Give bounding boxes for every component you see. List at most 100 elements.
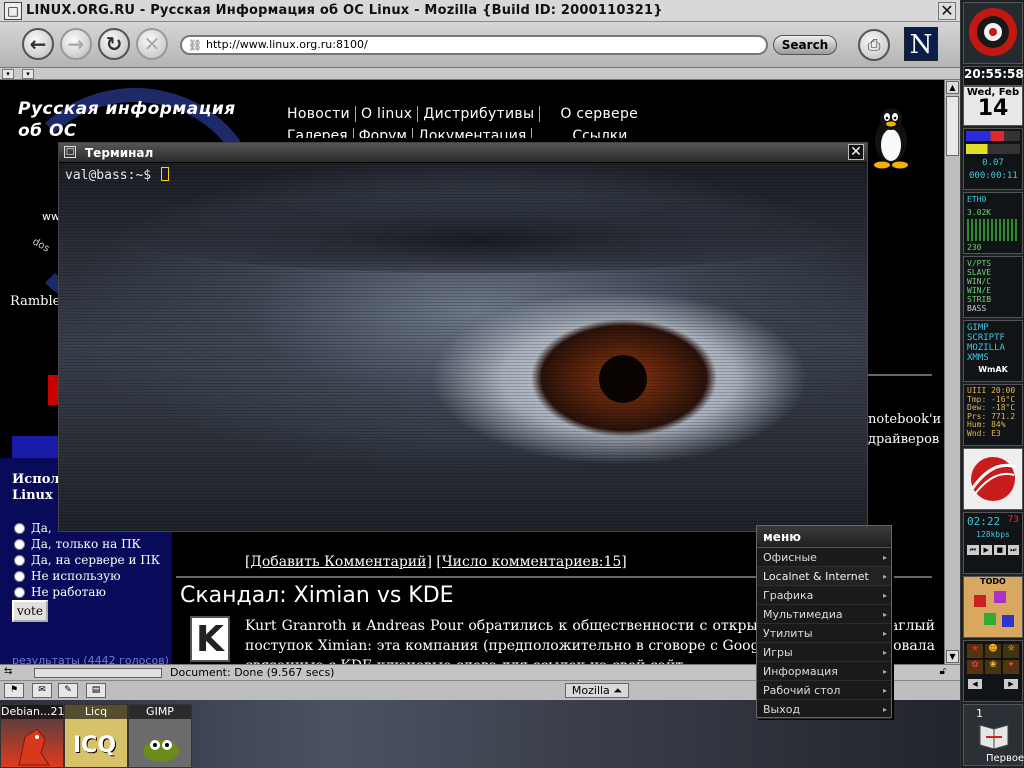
poll-option[interactable]: Не использую bbox=[14, 568, 160, 584]
launcher-item[interactable]: MOZILLA bbox=[967, 343, 1019, 353]
site-title-line: Русская информация bbox=[18, 99, 236, 119]
licq-app[interactable]: Licq ICQ bbox=[64, 704, 128, 768]
submenu-arrow-icon: ▸ bbox=[882, 705, 887, 714]
scroll-up-icon[interactable]: ▲ bbox=[946, 81, 959, 94]
window-menu-icon[interactable]: □ bbox=[64, 146, 76, 158]
app-icon[interactable]: ☼ bbox=[1003, 644, 1019, 658]
menu-item-exit[interactable]: Выход ▸ bbox=[757, 700, 891, 719]
launcher-item[interactable]: SCRIPTF bbox=[967, 333, 1019, 343]
nav-link-forum[interactable]: Форум bbox=[354, 128, 413, 138]
print-button[interactable]: ⎙ bbox=[858, 29, 890, 61]
todo-label: TODO bbox=[980, 577, 1006, 586]
site-nav-secondary: Галерея Форум Документация Ссылки bbox=[282, 128, 632, 138]
menu-item-graphics[interactable]: Графика ▸ bbox=[757, 586, 891, 605]
radio-button[interactable] bbox=[14, 570, 25, 582]
launcher-item[interactable]: GIMP bbox=[967, 323, 1019, 333]
terminal-title-bar[interactable]: □ Терминал ✕ bbox=[59, 143, 867, 163]
poll-option[interactable]: Да, на сервере и ПК bbox=[14, 552, 160, 568]
gimp-app[interactable]: GIMP bbox=[128, 704, 192, 768]
nav-link-distros[interactable]: Дистрибутивы bbox=[418, 106, 541, 122]
poll-option[interactable]: Не работаю bbox=[14, 584, 160, 600]
workspace-pager[interactable]: 1 Первое bbox=[963, 704, 1024, 766]
menu-item-office[interactable]: Офисные приложения▸ bbox=[757, 548, 891, 583]
nav-link-about-linux[interactable]: О linux bbox=[356, 106, 419, 122]
mp3-player-app[interactable]: 02:22 73 128kbps ⏮ ▶ ■ ⏭ bbox=[963, 512, 1023, 574]
title-bar[interactable]: □ LINUX.ORG.RU - Русская Информация об О… bbox=[0, 0, 960, 22]
menu-item-games[interactable]: Игры ▸ bbox=[757, 643, 891, 662]
system-monitor-app[interactable]: 0.07 000:00:11 bbox=[963, 128, 1023, 190]
menu-item-internet[interactable]: Localnet & Internet ▸ bbox=[757, 567, 891, 586]
next-arrow-icon[interactable]: ▶ bbox=[1004, 679, 1018, 689]
todo-app[interactable]: TODO bbox=[963, 576, 1023, 638]
mixer-channel: SLAVE bbox=[967, 268, 992, 277]
news-headline[interactable]: Скандал: Ximian vs KDE bbox=[180, 583, 454, 608]
nav-link-gallery[interactable]: Галерея bbox=[282, 128, 354, 138]
terminal-window[interactable]: □ Терминал ✕ val@bass:~$ bbox=[58, 142, 868, 532]
addressbook-icon[interactable]: ▤ bbox=[86, 683, 106, 698]
menu-item-utilities[interactable]: Утилиты ▸ bbox=[757, 624, 891, 643]
back-button[interactable]: ← bbox=[22, 28, 54, 60]
close-icon[interactable]: ✕ bbox=[848, 144, 864, 160]
vote-button[interactable]: vote bbox=[12, 600, 48, 622]
close-icon[interactable]: ✕ bbox=[938, 2, 956, 20]
comment-count-link[interactable]: [Число комментариев:15] bbox=[436, 554, 626, 570]
next-track-icon[interactable]: ⏭ bbox=[1007, 545, 1019, 555]
debian-app[interactable]: Debian...21} bbox=[0, 704, 71, 768]
menu-item-desktop[interactable]: Рабочий стол ▸ bbox=[757, 681, 891, 700]
launcher-item[interactable]: XMMS bbox=[967, 353, 1019, 363]
mail-icon[interactable]: ✉ bbox=[32, 683, 52, 698]
vertical-scrollbar[interactable]: ▲ ▼ bbox=[944, 80, 960, 664]
window-menu-icon[interactable]: □ bbox=[4, 1, 22, 20]
poll-results-link[interactable]: результаты (4442 голосов) bbox=[12, 654, 169, 664]
clock-app[interactable]: 20:55:58 bbox=[963, 66, 1024, 86]
submenu-arrow-icon: ▸ bbox=[882, 648, 887, 657]
netscape-logo[interactable]: N bbox=[904, 27, 938, 61]
security-lock-icon: 🔓︎ bbox=[939, 666, 946, 677]
nav-link-links[interactable]: Ссылки bbox=[532, 128, 632, 138]
workspace-icons-app[interactable]: ★ ☻ ☼ ✿ ❀ ✦ ◀ ▶ bbox=[963, 640, 1023, 702]
nav-link-news[interactable]: Новости bbox=[282, 106, 356, 122]
stop-button[interactable]: ✕ bbox=[136, 28, 168, 60]
scroll-thumb[interactable] bbox=[946, 96, 959, 156]
prev-arrow-icon[interactable]: ◀ bbox=[968, 679, 982, 689]
stop-icon[interactable]: ■ bbox=[994, 545, 1006, 555]
forward-button[interactable]: → bbox=[60, 28, 92, 60]
mozilla-taskbar-button[interactable]: Mozilla ⏶ bbox=[565, 683, 629, 698]
radio-button[interactable] bbox=[14, 554, 25, 566]
nav-link-docs[interactable]: Документация bbox=[413, 128, 533, 138]
weather-app[interactable]: UIII 20:00 Tmp: -16°C Dew: -18°C Prs: 77… bbox=[963, 384, 1023, 446]
mixer-app[interactable]: V/PTS SLAVE WIN/C WIN/E STRIB BASS bbox=[963, 256, 1023, 318]
collapse-toolbar-icon[interactable]: ▾ bbox=[2, 69, 14, 79]
nav-link-about-server[interactable]: О сервере bbox=[540, 106, 643, 122]
launcher-app[interactable]: GIMP SCRIPTF MOZILLA XMMS WmAK bbox=[963, 320, 1023, 382]
net-rate: 3.02K bbox=[967, 208, 992, 217]
search-button[interactable]: Search bbox=[773, 35, 837, 55]
app-icon[interactable]: ☻ bbox=[985, 644, 1001, 658]
poll-option[interactable]: Да, только на ПК bbox=[14, 536, 160, 552]
radio-button[interactable] bbox=[14, 538, 25, 550]
add-comment-link[interactable]: [Добавить Комментарий] bbox=[245, 554, 432, 570]
terminal-body[interactable]: val@bass:~$ bbox=[59, 163, 867, 531]
reload-button[interactable]: ↻ bbox=[98, 28, 130, 60]
menu-item-info[interactable]: Информация ▸ bbox=[757, 662, 891, 681]
swirl-app[interactable] bbox=[963, 448, 1023, 510]
url-field[interactable]: ⛓ http://www.linux.org.ru:8100/ bbox=[180, 35, 768, 55]
app-icon[interactable]: ✦ bbox=[1003, 660, 1019, 674]
play-icon[interactable]: ▶ bbox=[980, 545, 992, 555]
app-icon[interactable]: ✿ bbox=[967, 660, 983, 674]
star-icon[interactable]: ★ bbox=[967, 644, 983, 658]
collapse-toolbar-icon[interactable]: ▾ bbox=[22, 69, 34, 79]
network-monitor-app[interactable]: ETH0 3.02K 230 bbox=[963, 192, 1023, 254]
menu-item-multimedia[interactable]: Мультимедиа ▸ bbox=[757, 605, 891, 624]
app-icon[interactable]: ❀ bbox=[985, 660, 1001, 674]
radio-button[interactable] bbox=[14, 522, 25, 534]
radio-button[interactable] bbox=[14, 586, 25, 598]
sticky-note-icon bbox=[1002, 615, 1014, 627]
prev-track-icon[interactable]: ⏮ bbox=[967, 545, 979, 555]
navigator-icon[interactable]: ⚑ bbox=[4, 683, 24, 698]
scroll-down-icon[interactable]: ▼ bbox=[946, 650, 959, 663]
calendar-app[interactable]: Wed, Feb 14 bbox=[963, 86, 1023, 126]
composer-icon[interactable]: ✎ bbox=[58, 683, 78, 698]
book-icon bbox=[979, 724, 1009, 749]
dock-logo-app[interactable] bbox=[963, 2, 1023, 64]
